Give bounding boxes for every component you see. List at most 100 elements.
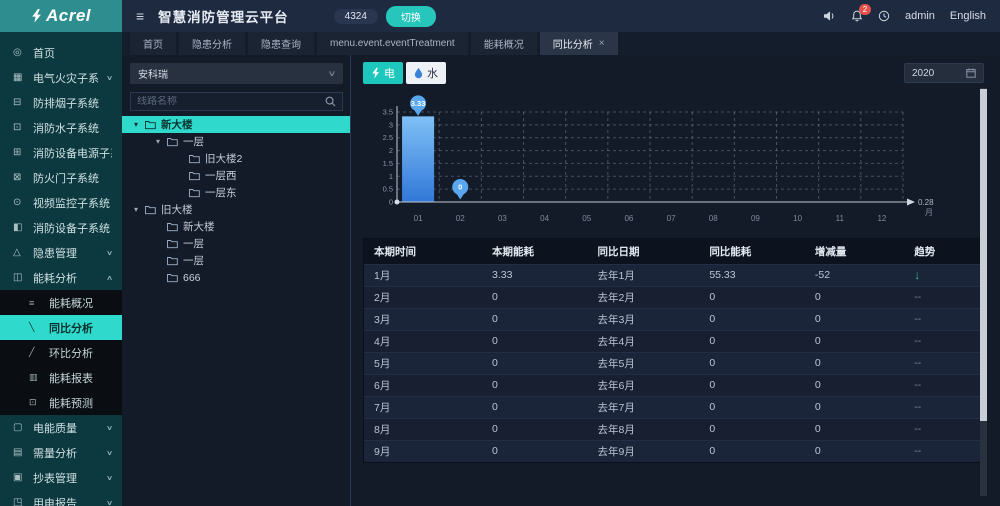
- folder-open-icon: [145, 120, 156, 130]
- energy-analysis-icon: ◫: [13, 272, 25, 283]
- sidebar-item[interactable]: ⊟防排烟子系统: [0, 90, 122, 115]
- tree-node[interactable]: 旧大楼2: [130, 150, 343, 167]
- line-search-input[interactable]: [137, 96, 325, 107]
- tab-隐患查询[interactable]: 隐患查询: [248, 32, 314, 55]
- toggle-electric-button[interactable]: 电: [363, 62, 403, 84]
- sidebar-item-label: 用电报告: [33, 495, 77, 506]
- svg-text:11: 11: [836, 214, 845, 223]
- username[interactable]: admin: [905, 10, 935, 22]
- sidebar-subitem[interactable]: ╱环比分析: [0, 340, 122, 365]
- sidebar-item[interactable]: ▤需量分析∨: [0, 440, 122, 465]
- sidebar-item[interactable]: ▣抄表管理∨: [0, 465, 122, 490]
- tab-menu.event.eventTreatment[interactable]: menu.event.eventTreatment: [317, 32, 468, 55]
- tab-close-icon[interactable]: ×: [599, 38, 605, 49]
- table-row: 8月0去年8月00--: [364, 418, 985, 440]
- folder-closed-icon: [167, 256, 178, 266]
- calendar-icon: [966, 68, 976, 78]
- trend-cell: --: [904, 330, 985, 352]
- table-row: 7月0去年7月00--: [364, 396, 985, 418]
- table-cell: 0: [805, 418, 904, 440]
- menu-collapse-icon[interactable]: ≡: [136, 8, 144, 24]
- tab-label: 同比分析: [553, 36, 593, 51]
- tab-同比分析[interactable]: 同比分析 ×: [540, 32, 618, 55]
- sidebar-item[interactable]: ⊠防火门子系统: [0, 165, 122, 190]
- sidebar-item[interactable]: ◫能耗分析∧: [0, 265, 122, 290]
- sidebar-item[interactable]: △隐患管理∨: [0, 240, 122, 265]
- hazard-icon: △: [13, 247, 25, 258]
- tree-node[interactable]: 一层东: [130, 184, 343, 201]
- tree-node[interactable]: ▾ 新大楼: [122, 116, 350, 133]
- sidebar-item[interactable]: ⊡消防水子系统: [0, 115, 122, 140]
- sidebar-subitem[interactable]: ⊡能耗预测: [0, 390, 122, 415]
- tab-label: 隐患查询: [261, 36, 301, 51]
- tab-隐患分析[interactable]: 隐患分析: [179, 32, 245, 55]
- speaker-icon[interactable]: [823, 10, 836, 22]
- sidebar-item-label: 消防设备电源子系统: [33, 145, 112, 161]
- chevron-down-icon: ∨: [106, 499, 113, 506]
- table-header-row: 本期时间本期能耗同比日期同比能耗增减量趋势: [364, 239, 985, 264]
- tree-node-label: 一层: [183, 253, 204, 268]
- tree-node[interactable]: ▾一层: [130, 133, 343, 150]
- tree-expand-icon[interactable]: ▾: [132, 120, 140, 129]
- svg-text:3: 3: [389, 120, 393, 129]
- table-cell: 0: [482, 308, 588, 330]
- tree-expand-icon[interactable]: ▾: [154, 137, 162, 146]
- organization-select[interactable]: 安科瑞 ∨: [130, 63, 343, 84]
- svg-text:1: 1: [389, 172, 393, 181]
- tree-node[interactable]: 一层西: [130, 167, 343, 184]
- year-picker-value: 2020: [912, 68, 934, 79]
- svg-text:07: 07: [667, 214, 676, 223]
- sidebar-item[interactable]: ◳ 用电报告 ∨: [0, 490, 122, 506]
- electrical-fire-icon: ▦: [13, 72, 25, 83]
- switch-button[interactable]: 切换: [386, 6, 436, 27]
- line-search[interactable]: [130, 92, 343, 111]
- sidebar-item[interactable]: ⊙视频监控子系统: [0, 190, 122, 215]
- trend-flat-text: --: [914, 335, 921, 347]
- sidebar-item[interactable]: ▢电能质量∨: [0, 415, 122, 440]
- trend-cell: ↓: [904, 264, 985, 286]
- scrollbar-thumb[interactable]: [980, 89, 987, 421]
- sidebar-subitem[interactable]: ≡能耗概况: [0, 290, 122, 315]
- main-panel: 电水 2020 00.511.522.533.50.28月01020304050…: [351, 55, 1000, 506]
- trend-cell: --: [904, 418, 985, 440]
- sidebar-item[interactable]: ◧消防设备子系统: [0, 215, 122, 240]
- clock-icon[interactable]: [878, 10, 890, 22]
- tree-node[interactable]: 新大楼: [130, 218, 343, 235]
- trend-up-line-icon: ╱: [29, 347, 41, 358]
- toggle-label: 电: [384, 65, 395, 81]
- tree-node[interactable]: ▾旧大楼: [130, 201, 343, 218]
- tree-node-label: 新大楼: [161, 117, 193, 132]
- tree-node[interactable]: 666: [130, 269, 343, 286]
- folder-open-icon: [145, 205, 156, 215]
- search-icon[interactable]: [325, 96, 336, 107]
- tab-首页[interactable]: 首页: [130, 32, 176, 55]
- notification-bell-icon[interactable]: 2: [851, 10, 863, 22]
- brand-logo: Acrel: [0, 0, 122, 32]
- tab-能耗概况[interactable]: 能耗概况: [471, 32, 537, 55]
- power-report-icon: ◳: [13, 497, 25, 506]
- language-switch[interactable]: English: [950, 10, 986, 22]
- tree-node[interactable]: 一层: [130, 235, 343, 252]
- sidebar-item[interactable]: ◎首页: [0, 40, 122, 65]
- folder-open-icon: [167, 222, 178, 232]
- table-cell: 0: [699, 286, 805, 308]
- sidebar-item[interactable]: ⊞消防设备电源子系统: [0, 140, 122, 165]
- table-cell: 55.33: [699, 264, 805, 286]
- sidebar-subitem-label: 同比分析: [49, 320, 93, 336]
- scrollbar-track[interactable]: [980, 88, 987, 496]
- sidebar-menu: ◎首页▦电气火灾子系统∨⊟防排烟子系统⊡消防水子系统⊞消防设备电源子系统⊠防火门…: [0, 32, 122, 506]
- sidebar-subitem[interactable]: ╲同比分析: [0, 315, 122, 340]
- toggle-water-button[interactable]: 水: [406, 62, 446, 84]
- sidebar-subitem-label: 能耗概况: [49, 295, 93, 311]
- tree-expand-icon[interactable]: ▾: [132, 205, 140, 214]
- table-cell: 6月: [364, 374, 482, 396]
- trend-flat-text: --: [914, 379, 921, 391]
- table-cell: 去年3月: [588, 308, 700, 330]
- tree-node[interactable]: 一层: [130, 252, 343, 269]
- svg-text:02: 02: [456, 214, 465, 223]
- tab-label: menu.event.eventTreatment: [330, 38, 455, 49]
- year-picker[interactable]: 2020: [904, 63, 984, 83]
- sidebar-subitem[interactable]: ▥能耗报表: [0, 365, 122, 390]
- sidebar-item[interactable]: ▦电气火灾子系统∨: [0, 65, 122, 90]
- table-row: 3月0去年3月00--: [364, 308, 985, 330]
